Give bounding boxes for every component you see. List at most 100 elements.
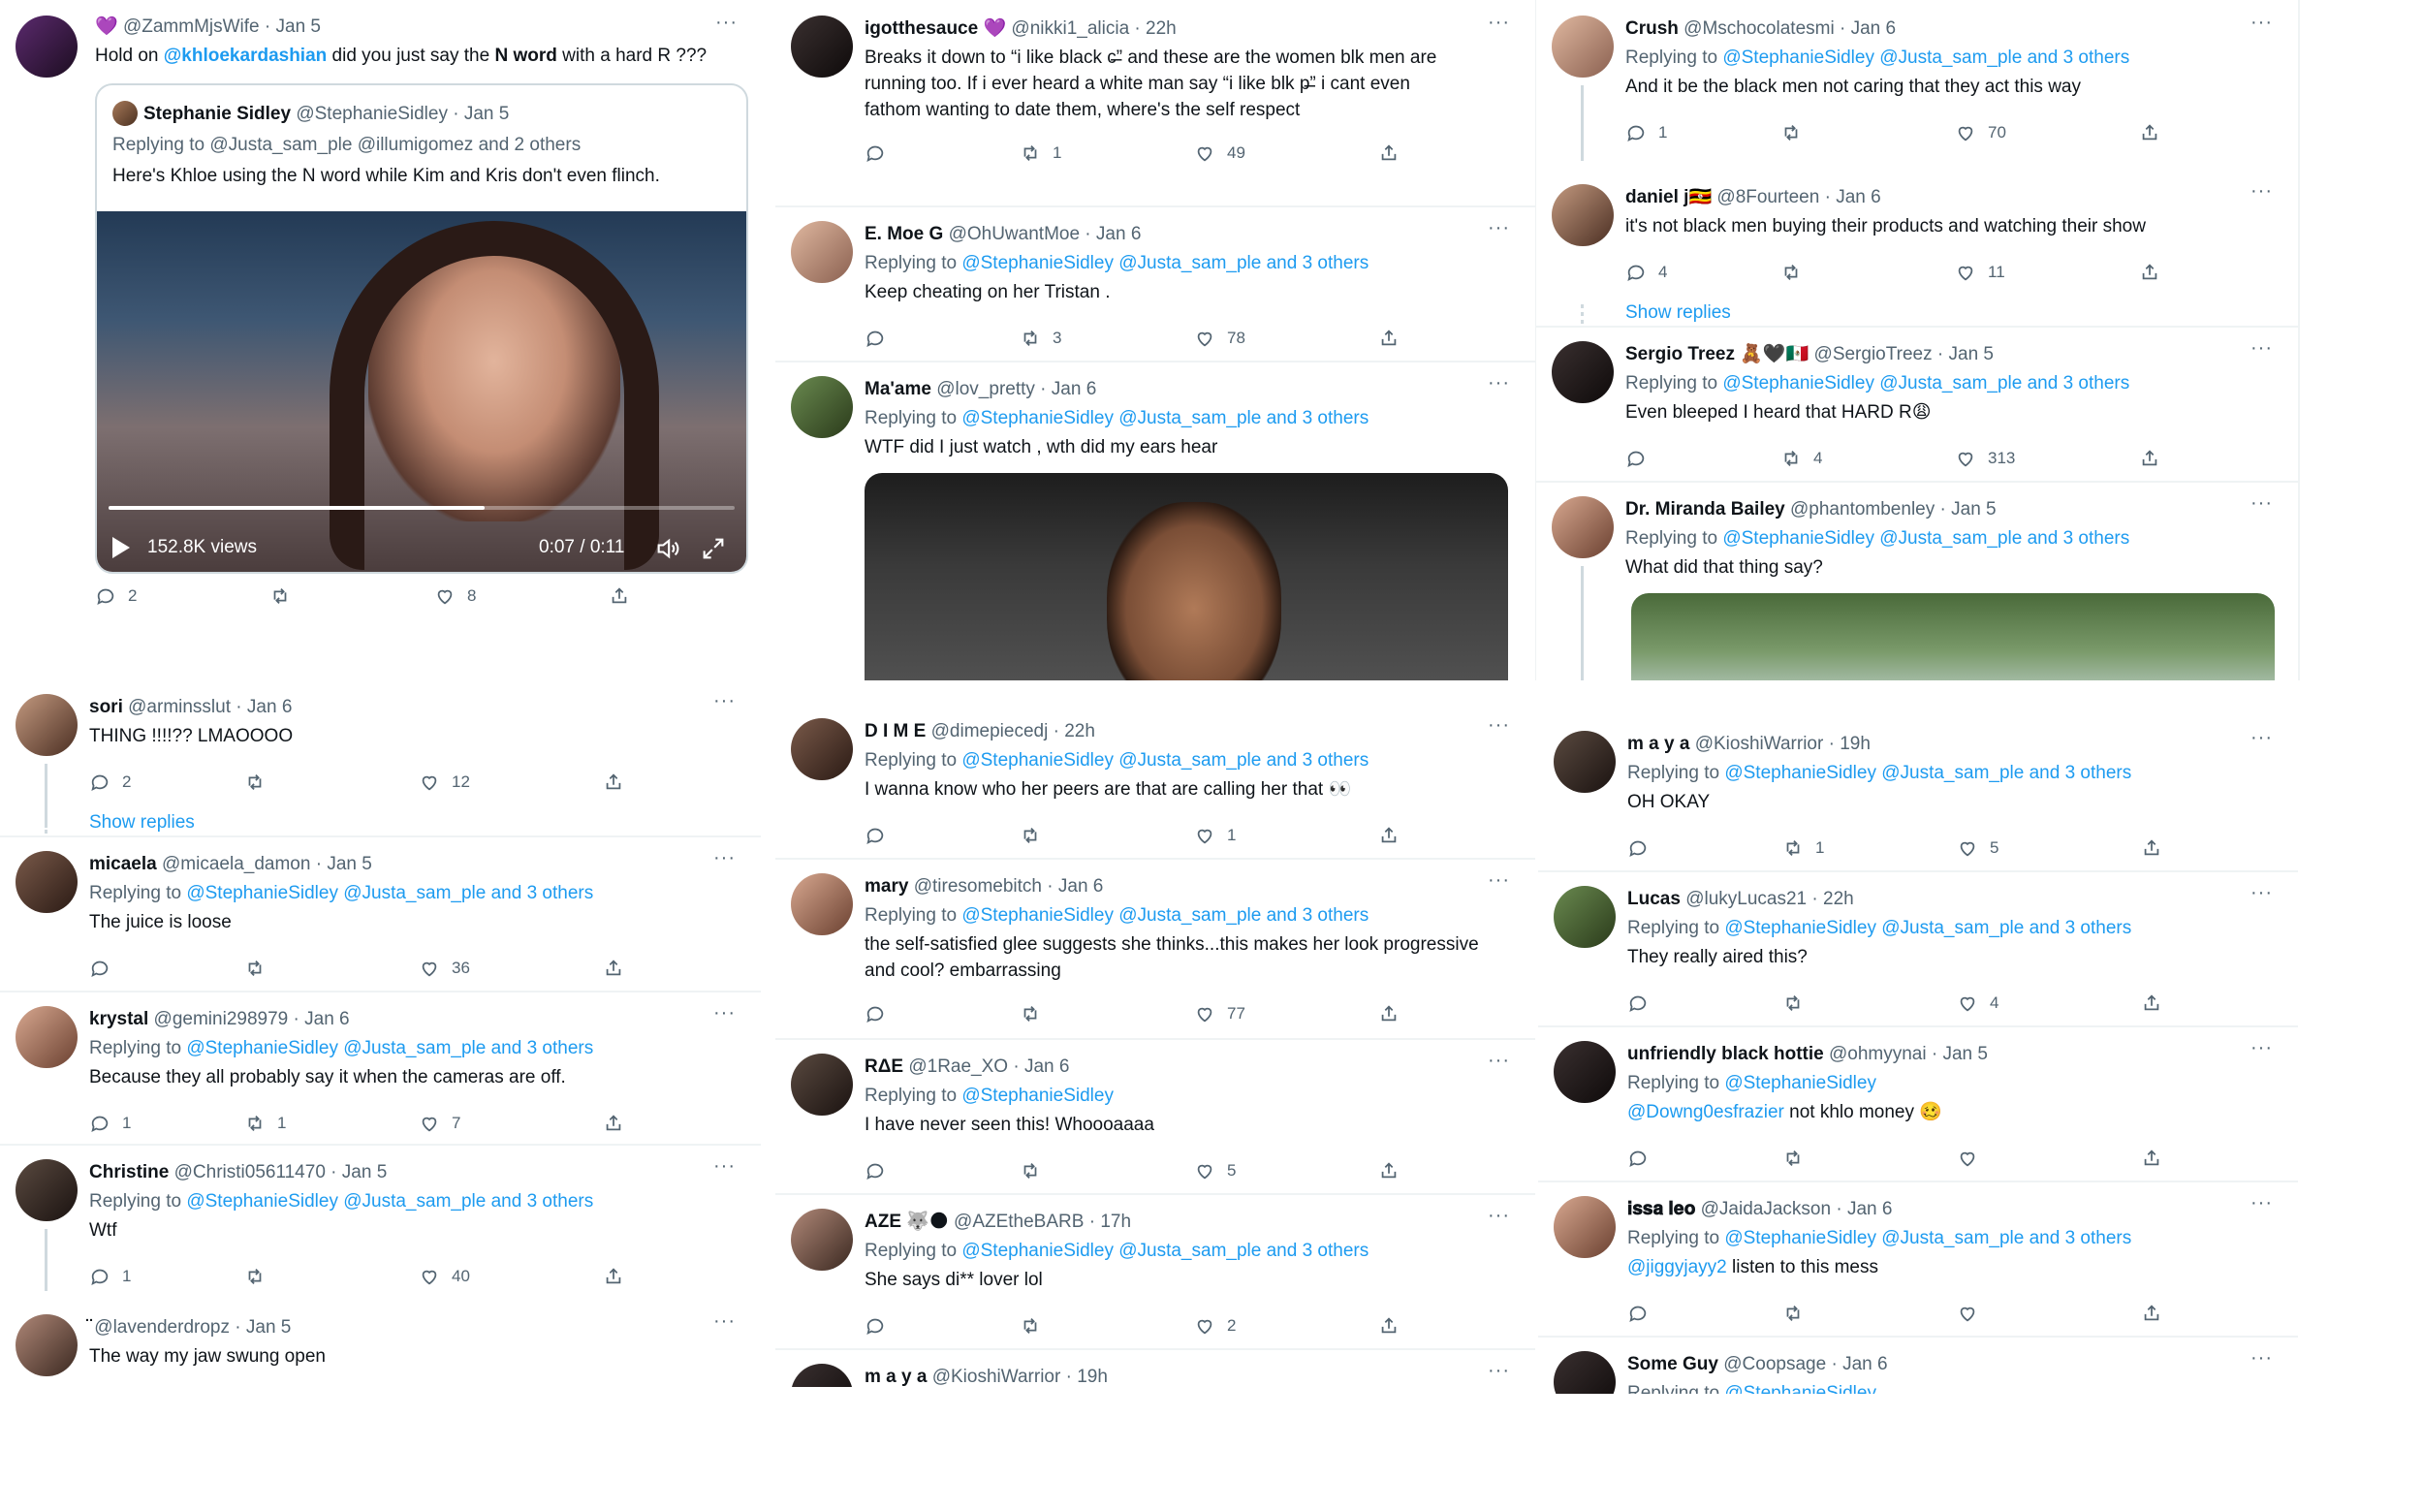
avatar[interactable] <box>1554 1041 1616 1103</box>
handle[interactable]: @tiresomebitch <box>908 876 1042 897</box>
reply-button[interactable] <box>865 141 897 166</box>
mention-link[interactable]: @StephanieSidley @Justa_sam_ple and 3 ot… <box>961 1241 1369 1261</box>
share-button[interactable] <box>2141 835 2162 861</box>
display-name[interactable]: unfriendly black hottie <box>1627 1044 1824 1064</box>
timestamp[interactable]: 19h <box>1840 734 1871 754</box>
like-button[interactable]: 5 <box>1194 1158 1236 1183</box>
handle[interactable]: @dimepiecedj <box>926 721 1049 741</box>
reply-button[interactable] <box>1627 835 1660 861</box>
share-button[interactable] <box>1378 823 1400 848</box>
retweet-button[interactable] <box>1780 260 1813 285</box>
mention-link[interactable]: @StephanieSidley @Justa_sam_ple and 3 ot… <box>186 1191 593 1212</box>
reply-tweet[interactable]: igotthesauce 💜 @nikki1_alicia · 22h ··· Br… <box>775 0 1535 207</box>
handle[interactable]: @phantombenley <box>1785 499 1935 520</box>
more-icon[interactable]: ··· <box>2250 1192 2273 1214</box>
display-name[interactable]: D I M E <box>865 721 926 741</box>
retweet-button[interactable] <box>1782 1301 1815 1326</box>
reply-media[interactable] <box>865 473 1508 680</box>
reply-tweet[interactable]: unfriendly black hottie @ohmyynai · Jan … <box>1538 1025 2298 1182</box>
like-button[interactable]: 313 <box>1955 446 2015 471</box>
progress-bar[interactable] <box>109 506 735 510</box>
display-name[interactable]: Some Guy <box>1627 1354 1718 1374</box>
handle[interactable]: @lavenderdropz <box>89 1317 230 1338</box>
share-button[interactable] <box>603 1264 624 1289</box>
reply-tweet[interactable]: ̈ @lavenderdropz · Jan 5 ··· The way my ja… <box>0 1299 761 1386</box>
share-button[interactable] <box>1378 141 1400 166</box>
volume-icon[interactable] <box>654 535 681 568</box>
more-icon[interactable]: ··· <box>2250 492 2273 515</box>
retweet-button[interactable]: 4 <box>1780 446 1822 471</box>
mention-link[interactable]: @khloekardashian <box>164 46 327 66</box>
share-button[interactable] <box>603 956 624 981</box>
reply-tweet[interactable]: E. Moe G @OhUwantMoe · Jan 6 ··· Replying … <box>775 205 1535 362</box>
reply-tweet[interactable]: D I M E @dimepiecedj · 22h ··· Replying to… <box>775 703 1535 860</box>
quote-display-name[interactable]: Stephanie Sidley <box>143 104 291 124</box>
avatar[interactable] <box>791 718 853 780</box>
timestamp[interactable]: Jan 5 <box>1951 499 1996 520</box>
display-name[interactable]: Dr. Miranda Bailey <box>1625 499 1785 520</box>
timestamp[interactable]: Jan 5 <box>246 1317 291 1338</box>
handle[interactable]: @gemini298979 <box>148 1009 289 1029</box>
retweet-button[interactable] <box>1020 1158 1053 1183</box>
like-button[interactable]: 78 <box>1194 326 1245 351</box>
timestamp[interactable]: 22h <box>1064 721 1095 741</box>
retweet-button[interactable] <box>1782 991 1815 1016</box>
display-name[interactable]: Ma'ame <box>865 379 931 399</box>
timestamp[interactable]: Jan 6 <box>1851 18 1896 39</box>
avatar[interactable] <box>1554 886 1616 948</box>
handle[interactable]: @ZammMjsWife <box>123 16 260 37</box>
display-name[interactable]: Lucas <box>1627 889 1681 909</box>
share-button[interactable] <box>603 1111 624 1136</box>
handle[interactable]: @micaela_damon <box>157 854 310 874</box>
more-icon[interactable]: ··· <box>713 1155 736 1178</box>
like-button[interactable]: 36 <box>419 956 470 981</box>
reply-button[interactable] <box>1627 991 1660 1016</box>
mention-link[interactable]: @StephanieSidley @Justa_sam_ple and 3 ot… <box>961 750 1369 771</box>
more-icon[interactable]: ··· <box>713 847 736 869</box>
more-icon[interactable]: ··· <box>2250 337 2273 360</box>
avatar[interactable] <box>1552 496 1614 558</box>
reply-button[interactable] <box>1625 446 1658 471</box>
reply-button[interactable] <box>865 326 897 351</box>
reply-button[interactable] <box>865 823 897 848</box>
display-name[interactable]: micaela <box>89 854 157 874</box>
reply-media[interactable] <box>1631 593 2275 680</box>
more-icon[interactable]: ··· <box>2250 180 2273 203</box>
display-name[interactable]: mary <box>865 876 908 897</box>
more-icon[interactable]: ··· <box>2250 12 2273 34</box>
avatar[interactable] <box>791 1209 853 1271</box>
share-button[interactable] <box>609 583 630 609</box>
display-name[interactable]: RΔE <box>865 1056 903 1077</box>
reply-tweet[interactable]: RΔE @1Rae_XO · Jan 6 ··· Replying to @Step… <box>775 1038 1535 1195</box>
reply-button[interactable] <box>1627 1146 1660 1171</box>
more-icon[interactable]: ··· <box>713 690 736 712</box>
mention-link[interactable]: @StephanieSidley @Justa_sam_ple and 3 ot… <box>1724 763 2131 783</box>
mention-link[interactable]: @StephanieSidley @Justa_sam_ple and 3 ot… <box>1722 47 2129 68</box>
avatar[interactable] <box>16 851 78 913</box>
handle[interactable]: @Christi05611470 <box>169 1162 326 1182</box>
mention-link[interactable]: @StephanieSidley @Justa_sam_ple and 3 ot… <box>961 408 1369 428</box>
handle[interactable]: @OhUwantMoe <box>943 224 1080 244</box>
share-button[interactable] <box>2141 991 2162 1016</box>
handle[interactable]: @Coopsage <box>1718 1354 1826 1374</box>
display-name[interactable]: daniel j🇺🇬 <box>1625 187 1712 207</box>
mention-link[interactable]: @StephanieSidley <box>961 1086 1114 1106</box>
reply-tweet[interactable]: sori @arminsslut · Jan 6 ··· THING !!!!?? … <box>0 678 761 837</box>
reply-tweet[interactable]: Some Guy @Coopsage · Jan 6 ··· Replying to… <box>1538 1336 2298 1394</box>
reply-tweet[interactable]: micaela @micaela_damon · Jan 5 ··· Replyin… <box>0 835 761 992</box>
display-name[interactable]: AZE 🐺🌑 <box>865 1212 949 1232</box>
share-button[interactable] <box>1378 1313 1400 1339</box>
like-button[interactable]: 8 <box>434 583 476 609</box>
timestamp[interactable]: Jan 6 <box>1024 1056 1069 1077</box>
reply-button[interactable] <box>1627 1301 1660 1326</box>
reply-button[interactable]: 2 <box>89 770 131 795</box>
more-icon[interactable]: ··· <box>1488 1205 1510 1227</box>
like-button[interactable]: 4 <box>1957 991 1998 1016</box>
reply-tweet[interactable]: m a y a @KioshiWarrior · 19h ··· Replying … <box>1538 715 2298 872</box>
handle[interactable]: @Mschocolatesmi <box>1679 18 1835 39</box>
retweet-button[interactable] <box>1780 120 1813 145</box>
reply-button[interactable]: 1 <box>89 1264 131 1289</box>
timestamp[interactable]: Jan 6 <box>1052 379 1096 399</box>
more-icon[interactable]: ··· <box>1488 12 1510 34</box>
more-icon[interactable]: ··· <box>1488 714 1510 737</box>
